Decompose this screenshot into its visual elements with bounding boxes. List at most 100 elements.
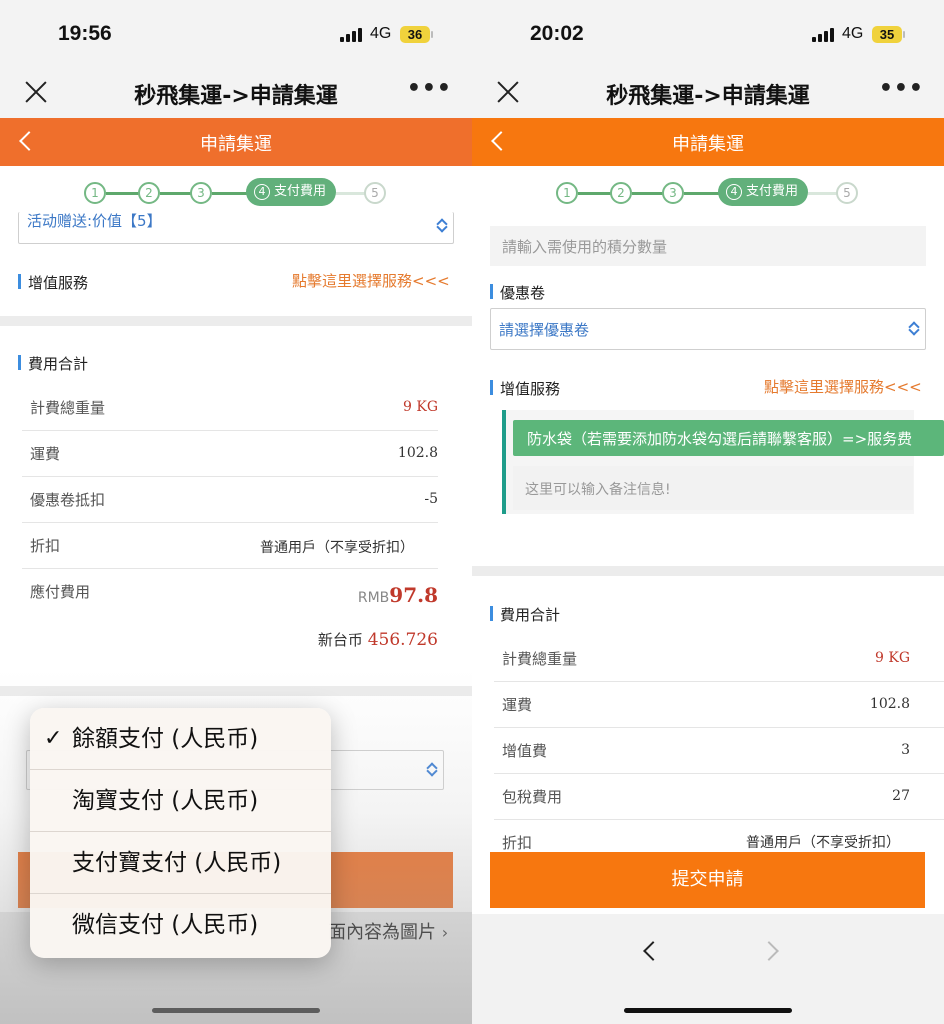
step-1: 1 bbox=[556, 182, 578, 204]
battery-tip bbox=[431, 31, 433, 38]
fee-value: 102.8 bbox=[397, 445, 438, 461]
fee-row: 包稅費用 27 bbox=[494, 774, 944, 820]
status-bar: 19:56 4G 36 bbox=[0, 0, 472, 68]
fee-value: -5 bbox=[424, 491, 438, 507]
page-header: 申請集運 bbox=[472, 118, 944, 166]
coupon-title: 優惠卷 bbox=[490, 282, 545, 303]
payment-method-menu: ✓ 餘額支付 (人民币) 淘寶支付 (人民币) 支付寶支付 (人民币) 微信支付… bbox=[30, 708, 331, 958]
battery-icon: 36 bbox=[400, 26, 430, 43]
step-connector bbox=[336, 192, 366, 195]
step-5: 5 bbox=[364, 182, 386, 204]
fee-value: 9 KG bbox=[403, 399, 438, 415]
value-added-title: 增值服務 bbox=[490, 378, 560, 399]
more-icon[interactable]: ••• bbox=[407, 76, 452, 101]
fee-row: 增值費 3 bbox=[494, 728, 944, 774]
step-4-active: 4 支付費用 bbox=[718, 178, 809, 206]
app-titlebar: 秒飛集運->申請集運 ••• bbox=[472, 68, 944, 118]
fee-value: 普通用戶（不享受折扣） bbox=[260, 540, 414, 556]
updown-chevron-icon bbox=[437, 219, 447, 233]
menu-item-taobao[interactable]: 淘寶支付 (人民币) bbox=[30, 770, 331, 832]
points-input[interactable]: 請輸入需使用的積分數量 bbox=[490, 226, 926, 266]
ntd-label: 新台币 bbox=[317, 631, 363, 649]
fee-label: 運費 bbox=[502, 696, 533, 714]
step-2: 2 bbox=[610, 182, 632, 204]
status-time: 20:02 bbox=[530, 22, 584, 45]
page-title: 申請集運 bbox=[200, 134, 272, 155]
fee-label: 計費總重量 bbox=[30, 399, 106, 417]
network-label: 4G bbox=[842, 25, 864, 42]
menu-item-wechat[interactable]: 微信支付 (人民币) bbox=[30, 894, 331, 956]
fee-label: 優惠卷抵扣 bbox=[30, 491, 106, 509]
app-title: 秒飛集運->申請集運 bbox=[134, 84, 338, 109]
fee-label: 計費總重量 bbox=[502, 650, 578, 668]
fee-value: 9 KG bbox=[875, 650, 910, 666]
payable-label: 應付費用 bbox=[30, 583, 91, 601]
selected-service-label: 防水袋（若需要添加防水袋勾選后請聯繫客服）=>服务费 bbox=[527, 430, 913, 448]
browser-nav-bar bbox=[472, 914, 944, 1024]
payable-currency: RMB bbox=[357, 590, 390, 606]
fees-title: 費用合計 bbox=[490, 604, 560, 625]
step-5: 5 bbox=[836, 182, 858, 204]
fee-row: 計費總重量 9 KG bbox=[22, 385, 438, 431]
step-connector bbox=[632, 192, 664, 195]
section-divider bbox=[0, 686, 472, 696]
home-indicator bbox=[152, 1008, 320, 1013]
select-service-link[interactable]: 點擊這里選擇服務<<< bbox=[764, 376, 922, 397]
battery-icon: 35 bbox=[872, 26, 902, 43]
app-title: 秒飛集運->申請集運 bbox=[606, 84, 810, 109]
step-4-active: 4 支付費用 bbox=[246, 178, 337, 206]
fee-value: 27 bbox=[892, 788, 910, 804]
left-screen: 19:56 4G 36 秒飛集運->申請集運 ••• 申請集運 1 2 3 4支… bbox=[0, 0, 472, 1024]
updown-chevron-icon bbox=[909, 322, 919, 336]
home-indicator bbox=[624, 1008, 792, 1013]
network-label: 4G bbox=[370, 25, 392, 42]
payable-row: 應付費用 RMB97.8 新台币 456.726 bbox=[22, 569, 438, 669]
chevron-left-icon[interactable] bbox=[642, 942, 658, 958]
updown-chevron-icon bbox=[427, 763, 437, 777]
right-screen: 20:02 4G 35 秒飛集運->申請集運 ••• 申請集運 1 2 3 4支… bbox=[472, 0, 944, 1024]
promo-select[interactable]: 活动赠送:价值【5】 bbox=[18, 212, 454, 244]
chevron-right-icon[interactable] bbox=[764, 942, 780, 958]
status-bar: 20:02 4G 35 bbox=[472, 0, 944, 68]
selected-service-banner[interactable]: 防水袋（若需要添加防水袋勾選后請聯繫客服）=>服务费 bbox=[513, 420, 944, 456]
ntd-value: 新台币 456.726 bbox=[318, 629, 438, 650]
fee-row: 計費總重量 9 KG bbox=[494, 636, 944, 682]
payable-amount: 97.8 bbox=[389, 583, 438, 607]
coupon-select[interactable]: 請選擇優惠卷 bbox=[490, 308, 926, 350]
fee-value: 3 bbox=[901, 742, 910, 758]
image-content-note-label: 面內容為圖片 bbox=[328, 922, 436, 943]
signal-icon bbox=[812, 28, 836, 42]
fee-value: 普通用戶（不享受折扣） bbox=[746, 835, 900, 851]
chevron-right-icon: › bbox=[441, 923, 449, 942]
menu-item-balance[interactable]: ✓ 餘額支付 (人民币) bbox=[30, 708, 331, 770]
step-connector bbox=[808, 192, 838, 195]
page-title: 申請集運 bbox=[672, 134, 744, 155]
menu-item-label: 餘額支付 (人民币) bbox=[72, 726, 259, 752]
status-time: 19:56 bbox=[58, 22, 112, 45]
select-service-link[interactable]: 點擊這里選擇服務<<< bbox=[292, 270, 450, 291]
menu-item-label: 淘寶支付 (人民币) bbox=[72, 788, 259, 814]
step-connector bbox=[212, 192, 250, 195]
step-3: 3 bbox=[190, 182, 212, 204]
image-content-note[interactable]: 面內容為圖片 › bbox=[328, 918, 472, 944]
step-4-number: 4 bbox=[254, 184, 270, 200]
step-connector bbox=[106, 192, 142, 195]
submit-button[interactable]: 提交申請 bbox=[490, 852, 925, 908]
note-input[interactable]: 这里可以输入备注信息! bbox=[513, 466, 913, 510]
section-divider bbox=[0, 316, 472, 326]
step-4-label: 支付費用 bbox=[746, 184, 799, 199]
fee-row: 折扣 普通用戶（不享受折扣） bbox=[494, 820, 944, 852]
menu-item-alipay[interactable]: 支付寶支付 (人民币) bbox=[30, 832, 331, 894]
step-connector bbox=[160, 192, 192, 195]
more-icon[interactable]: ••• bbox=[879, 76, 924, 101]
step-connector bbox=[684, 192, 722, 195]
step-4-number: 4 bbox=[726, 184, 742, 200]
note-input-placeholder: 这里可以输入备注信息! bbox=[525, 482, 671, 498]
step-1: 1 bbox=[84, 182, 106, 204]
page-header: 申請集運 bbox=[0, 118, 472, 166]
menu-item-label: 微信支付 (人民币) bbox=[72, 912, 259, 938]
app-titlebar: 秒飛集運->申請集運 ••• bbox=[0, 68, 472, 118]
fee-label: 折扣 bbox=[30, 537, 61, 555]
fee-label: 運費 bbox=[30, 445, 61, 463]
value-added-title: 增值服務 bbox=[18, 272, 88, 293]
